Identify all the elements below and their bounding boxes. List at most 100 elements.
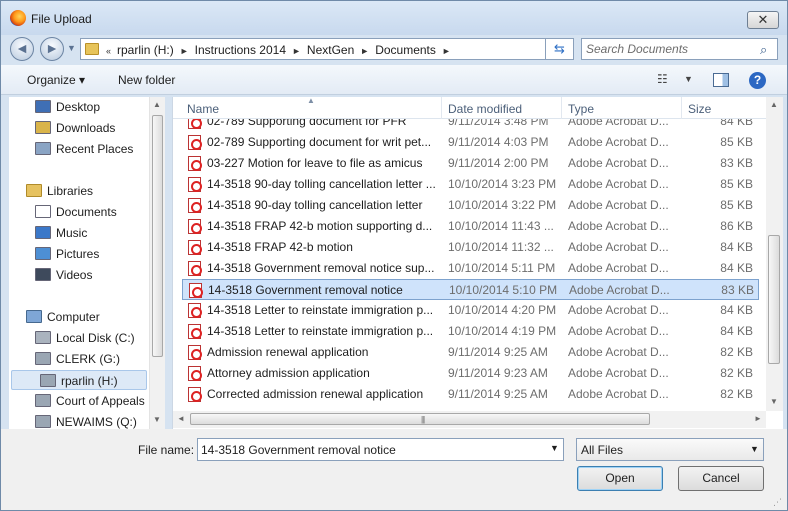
date-modified-cell: 9/11/2014 9:25 AM [448, 387, 548, 401]
breadcrumb-item[interactable]: Documents [375, 43, 436, 57]
table-row[interactable]: 14-3518 Letter to reinstate immigration … [182, 300, 759, 321]
back-button[interactable]: ◄ [10, 37, 34, 61]
column-name[interactable]: Name [187, 102, 219, 116]
file-type-cell: Adobe Acrobat D... [568, 156, 669, 170]
sidebar-item-clerk-g[interactable]: CLERK (G:) [35, 349, 165, 369]
sidebar-item-downloads[interactable]: Downloads [35, 118, 165, 138]
vertical-scroll-thumb[interactable] [768, 235, 780, 364]
help-button[interactable]: ? [749, 72, 766, 89]
file-type-dropdown-icon[interactable]: ▼ [750, 444, 759, 454]
file-size-cell: 82 KB [720, 366, 753, 380]
horizontal-scrollbar[interactable]: ◄ ||| ► [173, 411, 766, 428]
sidebar-item-label: rparlin (H:) [61, 374, 118, 388]
breadcrumb-item[interactable]: NextGen [307, 43, 354, 57]
file-name-cell: 14-3518 Letter to reinstate immigration … [207, 303, 434, 317]
scroll-left-icon[interactable]: ◄ [177, 414, 185, 423]
date-modified-cell: 10/10/2014 3:23 PM [448, 177, 557, 191]
breadcrumb-chevron-icon[interactable]: ► [180, 46, 189, 56]
table-row[interactable]: Admission renewal application 9/11/2014 9… [182, 342, 759, 363]
column-divider[interactable] [681, 97, 682, 119]
column-header: ▲ Name Date modified Type Size [173, 96, 766, 119]
date-modified-cell: 9/11/2014 9:23 AM [448, 366, 548, 380]
table-row[interactable]: 14-3518 Letter to reinstate immigration … [182, 321, 759, 342]
views-dropdown-icon[interactable]: ▼ [684, 74, 693, 84]
address-bar[interactable]: « rparlin (H:) ► Instructions 2014 ► NextGen ►… [80, 38, 628, 60]
column-type[interactable]: Type [568, 102, 594, 116]
window-title: File Upload [31, 12, 92, 26]
recent-places-icon [35, 142, 51, 155]
open-button[interactable]: Open [577, 466, 663, 491]
search-icon[interactable]: ⌕ [760, 42, 767, 58]
file-type-cell: Adobe Acrobat D... [568, 135, 669, 149]
sidebar-item-desktop[interactable]: Desktop [35, 97, 165, 117]
table-row[interactable]: 14-3518 Government removal notice 10/10/2… [182, 279, 759, 300]
file-size-cell: 85 KB [720, 198, 753, 212]
column-divider[interactable] [561, 97, 562, 119]
table-row[interactable]: Attorney admission application 9/11/2014 … [182, 363, 759, 384]
breadcrumb-item[interactable]: rparlin (H:) [117, 43, 174, 57]
search-input[interactable] [586, 42, 756, 56]
sidebar-item-pictures[interactable]: Pictures [35, 244, 165, 264]
recent-locations-dropdown-icon[interactable]: ▼ [67, 43, 76, 53]
sidebar-item-libraries[interactable]: Libraries [26, 181, 146, 201]
search-box[interactable]: ⌕ [581, 38, 778, 60]
sidebar-item-label: Recent Places [56, 142, 134, 156]
navigation-scroll-thumb[interactable] [152, 115, 163, 357]
breadcrumb-chevron-icon[interactable]: ► [360, 46, 369, 56]
sidebar-item-recent-places[interactable]: Recent Places [35, 139, 165, 159]
breadcrumb-overflow-icon[interactable]: « [106, 46, 111, 56]
forward-button[interactable]: ► [40, 37, 64, 61]
sidebar-item-music[interactable]: Music [35, 223, 165, 243]
file-size-cell: 83 KB [720, 156, 753, 170]
scroll-up-icon[interactable]: ▲ [153, 100, 161, 109]
horizontal-scroll-thumb[interactable]: ||| [190, 413, 650, 425]
table-row[interactable]: 02-789 Supporting document for writ pet.… [182, 132, 759, 153]
file-type-cell: Adobe Acrobat D... [569, 283, 670, 297]
table-row[interactable]: Corrected admission renewal application 9… [182, 384, 759, 405]
pdf-file-icon [188, 345, 202, 360]
close-button[interactable]: ✕ [747, 11, 779, 29]
table-row[interactable]: 14-3518 Government removal notice sup...… [182, 258, 759, 279]
breadcrumb-item[interactable]: Instructions 2014 [195, 43, 286, 57]
column-divider[interactable] [441, 97, 442, 119]
resize-grip-icon[interactable]: ⋰ [773, 497, 782, 508]
file-type-select[interactable]: All Files ▼ [576, 438, 764, 461]
sidebar-item-label: Music [56, 226, 88, 240]
pdf-file-icon [188, 156, 202, 171]
file-name-combobox[interactable]: ▼ [197, 438, 564, 461]
vertical-scrollbar[interactable]: ▲ ▼ [766, 97, 783, 411]
column-date-modified[interactable]: Date modified [448, 102, 522, 116]
organize-button[interactable]: Organize ▾ [27, 73, 85, 87]
file-name-dropdown-icon[interactable]: ▼ [550, 443, 559, 453]
table-row[interactable]: 14-3518 FRAP 42-b motion supporting d...… [182, 216, 759, 237]
table-row[interactable]: 02-789 Supporting document for PFR 9/11/2… [182, 119, 759, 132]
sidebar-item-label: Downloads [56, 121, 116, 135]
views-icon[interactable]: ☷ [657, 72, 668, 86]
sidebar-item-court-of-appeals[interactable]: Court of Appeals [35, 391, 165, 411]
table-row[interactable]: 14-3518 90-day tolling cancellation lett… [182, 174, 759, 195]
navigation-scrollbar[interactable]: ▲ ▼ [149, 97, 165, 429]
scroll-up-icon[interactable]: ▲ [770, 100, 778, 109]
refresh-button[interactable]: ⇆ [546, 38, 574, 60]
table-row[interactable]: 03-227 Motion for leave to file as amicu… [182, 153, 759, 174]
sidebar-item-rparlin-h[interactable]: rparlin (H:) [11, 370, 147, 390]
sidebar-item-videos[interactable]: Videos [35, 265, 165, 285]
column-size[interactable]: Size [688, 102, 711, 116]
table-row[interactable]: 14-3518 FRAP 42-b motion 10/10/2014 11:32… [182, 237, 759, 258]
sidebar-item-newaims-q[interactable]: NEWAIMS (Q:) [35, 412, 165, 429]
title-bar[interactable]: File Upload ✕ [1, 1, 787, 35]
breadcrumb-chevron-icon[interactable]: ► [292, 46, 301, 56]
cancel-button[interactable]: Cancel [678, 466, 764, 491]
new-folder-button[interactable]: New folder [118, 73, 175, 87]
scroll-right-icon[interactable]: ► [754, 414, 762, 423]
table-row[interactable]: 14-3518 90-day tolling cancellation lett… [182, 195, 759, 216]
scroll-down-icon[interactable]: ▼ [153, 415, 161, 424]
sidebar-item-local-disk-c[interactable]: Local Disk (C:) [35, 328, 165, 348]
file-size-cell: 84 KB [720, 119, 753, 128]
file-name-field[interactable] [201, 443, 541, 457]
scroll-down-icon[interactable]: ▼ [770, 397, 778, 406]
sidebar-item-documents[interactable]: Documents [35, 202, 165, 222]
breadcrumb-chevron-icon[interactable]: ► [442, 46, 451, 56]
preview-pane-icon[interactable] [713, 73, 729, 87]
sidebar-item-computer[interactable]: Computer [26, 307, 146, 327]
